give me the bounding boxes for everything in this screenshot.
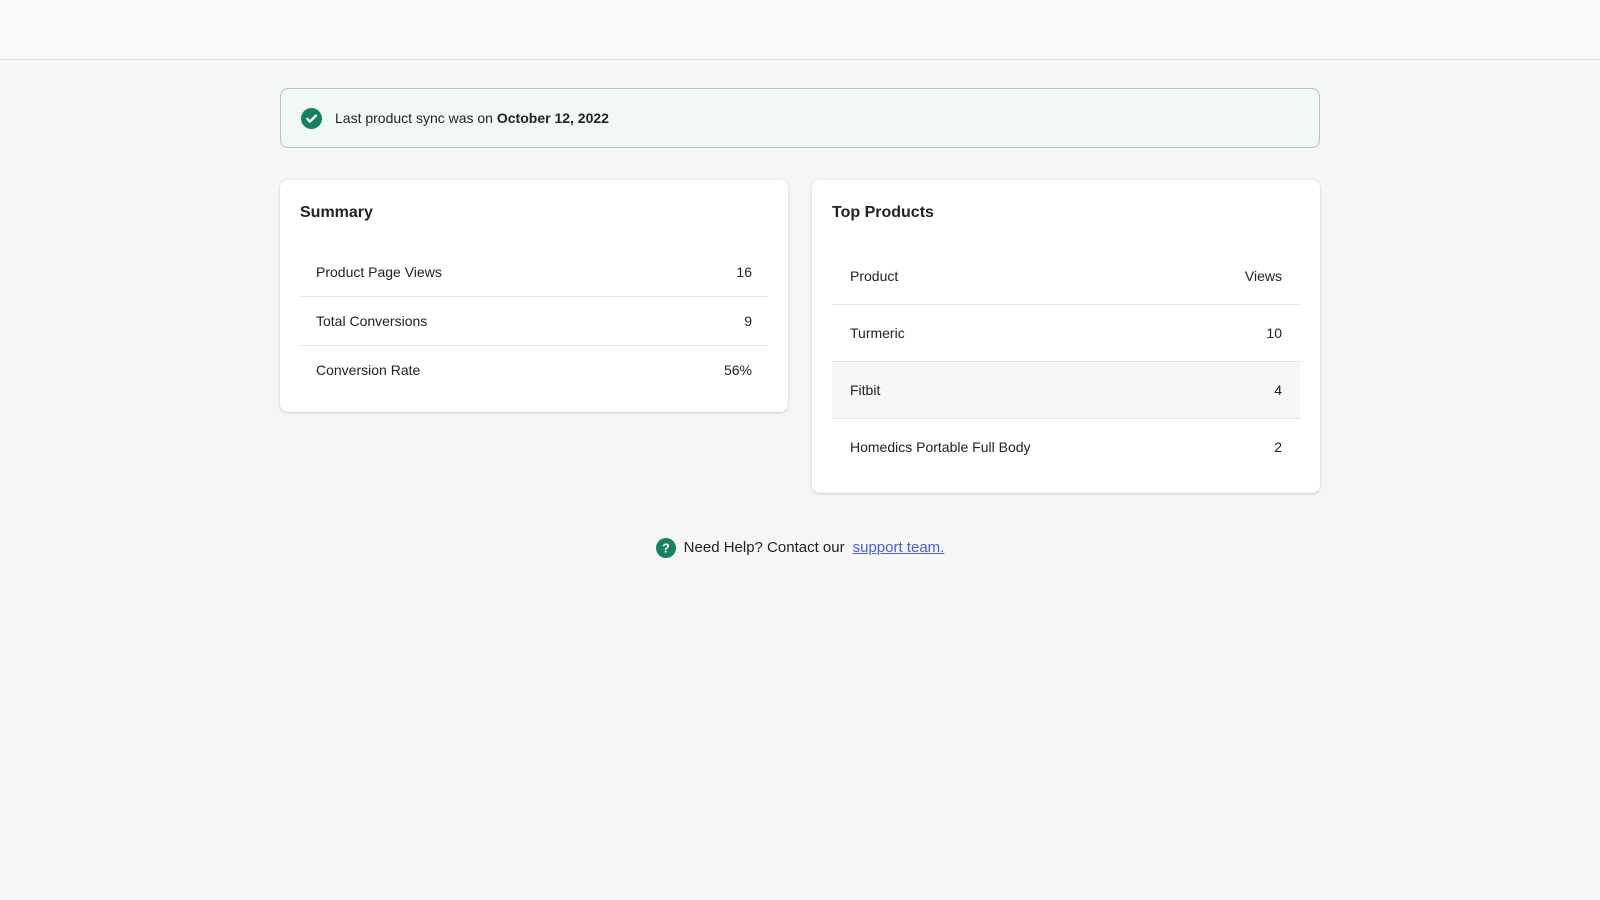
page: Last product sync was on October 12, 202… <box>0 0 1600 900</box>
cards-row: Summary Product Page Views 16 Total Conv… <box>280 180 1320 493</box>
table-row: Fitbit 4 <box>832 361 1300 418</box>
product-views: 4 <box>1274 380 1282 400</box>
sync-date: October 12, 2022 <box>497 110 609 126</box>
top-products-header-row: Product Views <box>832 248 1300 304</box>
top-products-card-title: Top Products <box>812 180 1320 234</box>
svg-text:?: ? <box>662 542 670 556</box>
question-mark-icon: ? <box>656 538 676 558</box>
top-products-table: Product Views Turmeric 10 Fitbit 4 Homed… <box>832 248 1300 475</box>
top-bar <box>0 0 1600 60</box>
table-row: Homedics Portable Full Body 2 <box>832 418 1300 475</box>
main-content: Last product sync was on October 12, 202… <box>280 60 1320 559</box>
product-views: 10 <box>1266 323 1282 343</box>
product-name: Homedics Portable Full Body <box>850 437 1031 457</box>
sync-status-message: Last product sync was on October 12, 202… <box>335 108 609 128</box>
product-views: 2 <box>1274 437 1282 457</box>
stat-label: Product Page Views <box>316 262 442 282</box>
product-name: Fitbit <box>850 380 880 400</box>
stat-value: 16 <box>736 262 752 282</box>
stat-label: Total Conversions <box>316 311 427 331</box>
summary-row-total-conversions: Total Conversions 9 <box>300 296 768 345</box>
support-team-link[interactable]: support team. <box>853 537 945 559</box>
sync-status-banner: Last product sync was on October 12, 202… <box>280 88 1320 148</box>
column-header-product: Product <box>850 266 898 286</box>
summary-row-conversion-rate: Conversion Rate 56% <box>300 345 768 394</box>
column-header-views: Views <box>1245 266 1282 286</box>
summary-card: Summary Product Page Views 16 Total Conv… <box>280 180 788 412</box>
check-circle-icon <box>301 108 322 129</box>
table-row: Turmeric 10 <box>832 304 1300 361</box>
stat-value: 9 <box>744 311 752 331</box>
summary-table: Product Page Views 16 Total Conversions … <box>300 248 768 394</box>
top-products-card: Top Products Product Views Turmeric 10 F… <box>812 180 1320 493</box>
summary-row-product-page-views: Product Page Views 16 <box>300 248 768 296</box>
summary-card-title: Summary <box>280 180 788 234</box>
stat-label: Conversion Rate <box>316 360 420 380</box>
help-text: Need Help? Contact our <box>684 537 845 559</box>
stat-value: 56% <box>724 360 752 380</box>
product-name: Turmeric <box>850 323 905 343</box>
help-footer: ? Need Help? Contact our support team. <box>280 537 1320 559</box>
sync-message-prefix: Last product sync was on <box>335 110 493 126</box>
